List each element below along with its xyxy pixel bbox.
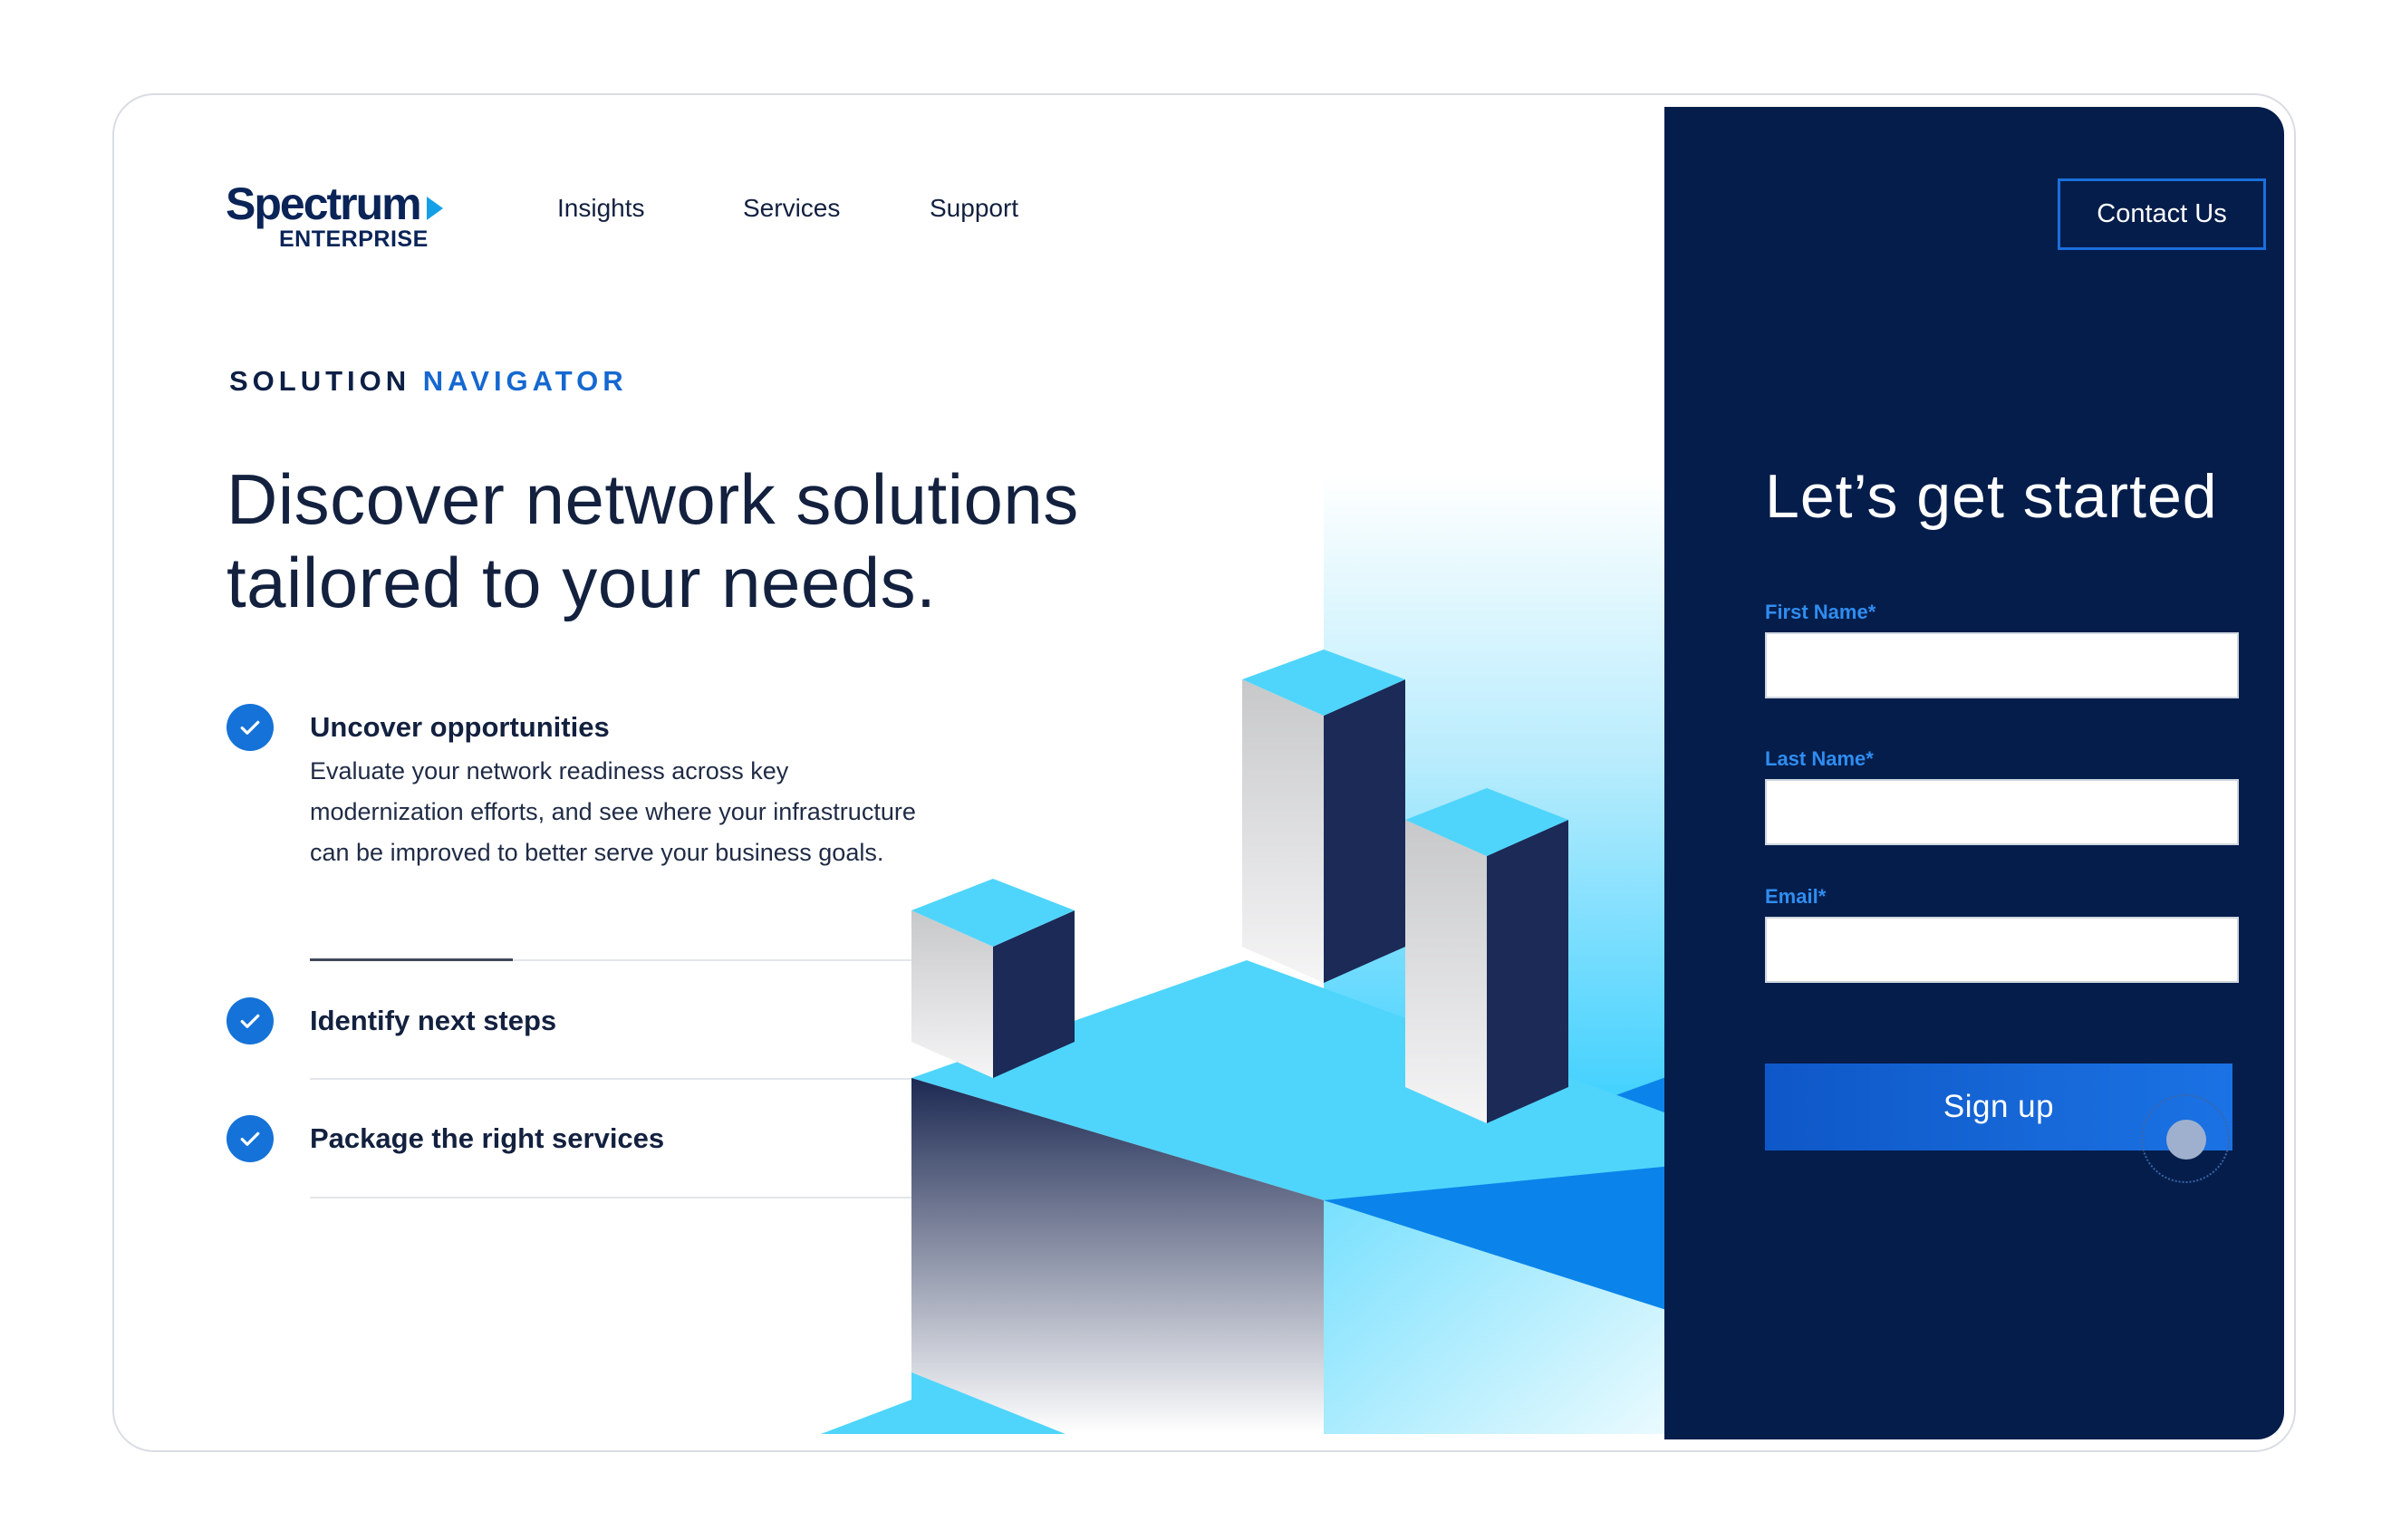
check-icon [227,704,274,751]
eyebrow-word-solution: SOLUTION [229,365,411,397]
active-indicator [310,958,513,961]
last-name-label: Last Name* [1765,747,1874,770]
nav-link-insights[interactable]: Insights [557,192,645,225]
contact-us-button[interactable]: Contact Us [2058,178,2266,250]
check-icon [227,997,274,1044]
eyebrow-word-navigator: NAVIGATOR [422,365,628,397]
first-name-label: First Name* [1765,601,1876,623]
page-card: Spectrum ENTERPRISE Insights Services Su… [112,93,2296,1452]
first-name-input[interactable] [1765,632,2239,698]
feature-title: Package the right services [310,1122,665,1154]
isometric-buildings-illustration [821,476,1781,1434]
cursor-icon [2166,1120,2206,1160]
signup-panel: Contact Us Let’s get started First Name*… [1664,107,2284,1439]
email-input[interactable] [1765,917,2239,983]
nav-link-support[interactable]: Support [930,192,1018,225]
logo-arrow-icon [427,197,443,220]
spectrum-enterprise-logo[interactable]: Spectrum ENTERPRISE [226,177,443,258]
feature-title: Uncover opportunities [310,711,610,743]
panel-title: Let’s get started [1765,462,2218,531]
feature-title: Identify next steps [310,1005,557,1036]
last-name-input[interactable] [1765,779,2239,845]
check-icon [227,1115,274,1162]
nav-link-services[interactable]: Services [743,192,840,225]
logo-subtitle: ENTERPRISE [279,226,429,252]
eyebrow-label: SOLUTION NAVIGATOR [229,363,628,399]
logo-wordmark: Spectrum [226,178,422,229]
email-label: Email* [1765,885,1827,908]
